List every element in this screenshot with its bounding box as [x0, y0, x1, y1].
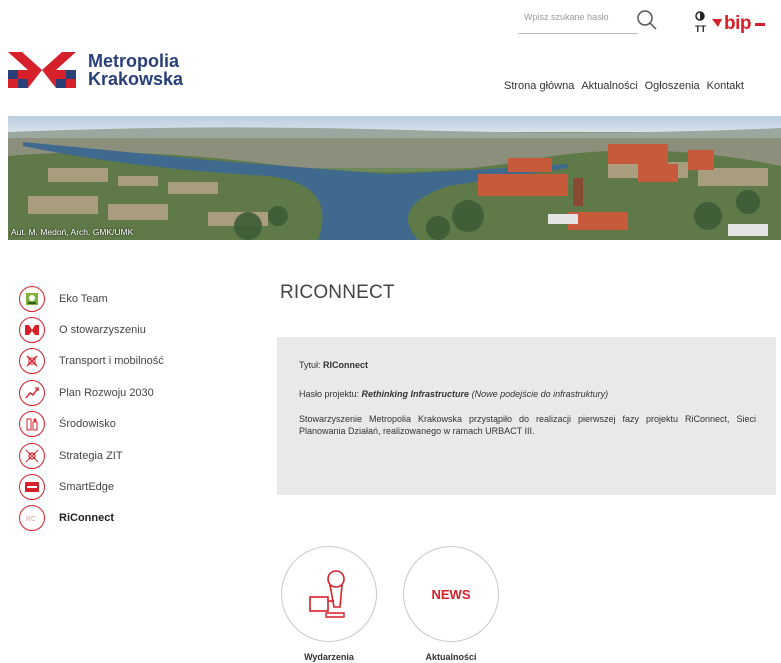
logo[interactable]: Metropolia Krakowska	[8, 46, 208, 94]
sidebar-item-srodowisko[interactable]: Środowisko	[19, 409, 249, 440]
motto-label: Hasło projektu:	[299, 389, 360, 399]
search-icon	[637, 10, 657, 30]
eko-team-icon	[19, 285, 45, 312]
sidebar-item-eko-team[interactable]: Eko Team	[19, 283, 249, 314]
sidebar-item-label: SmartEdge	[59, 481, 115, 494]
project-title-line: Tytuł: RIConnect	[299, 359, 756, 371]
sidebar: Eko Team O stowarzyszeniu Transport i mo…	[19, 283, 249, 534]
sidebar-item-riconnect[interactable]: RC RiConnect	[19, 503, 249, 534]
riconnect-icon: RC	[19, 505, 45, 532]
microphone-icon	[309, 570, 345, 618]
svg-text:RC: RC	[26, 516, 36, 523]
hero-banner: Aut. M. Medoń, Arch. GMK/UMK	[8, 116, 781, 240]
chart-icon	[19, 379, 45, 406]
search-input[interactable]	[524, 12, 624, 22]
sidebar-item-label: RiConnect	[59, 512, 114, 525]
bip-flag-icon	[712, 19, 722, 27]
search-box	[518, 8, 638, 34]
nav-news[interactable]: Aktualności	[581, 80, 637, 92]
title-label: Tytuł:	[299, 360, 321, 370]
nav-announcements[interactable]: Ogłoszenia	[645, 80, 700, 92]
bip-dash	[755, 23, 765, 26]
tile-label: Wydarzenia	[304, 652, 354, 662]
logo-line-2: Krakowska	[88, 69, 184, 89]
search-button[interactable]	[635, 8, 659, 32]
sidebar-item-transport[interactable]: Transport i mobilność	[19, 346, 249, 377]
nav-contact[interactable]: Kontakt	[707, 80, 744, 92]
sidebar-item-label: Transport i mobilność	[59, 355, 164, 368]
banner-caption: Aut. M. Medoń, Arch. GMK/UMK	[11, 227, 134, 237]
project-description: Stowarzyszenie Metropolia Krakowska przy…	[299, 414, 756, 436]
metropolia-logo-icon	[8, 52, 76, 88]
news-icon: NEWS	[431, 586, 471, 602]
tile-circle: NEWS	[403, 546, 499, 642]
gmk-logo-icon	[19, 317, 45, 344]
sidebar-item-label: Środowisko	[59, 418, 116, 431]
title-value: RIConnect	[323, 360, 369, 370]
contrast-toggle[interactable]: TT	[693, 10, 709, 36]
sidebar-item-label: O stowarzyszeniu	[59, 324, 146, 337]
sidebar-item-strategia-zit[interactable]: Strategia ZIT	[19, 440, 249, 471]
sidebar-item-smartedge[interactable]: SmartEdge	[19, 471, 249, 502]
sidebar-item-plan-rozwoju[interactable]: Plan Rozwoju 2030	[19, 377, 249, 408]
sidebar-item-label: Strategia ZIT	[59, 449, 123, 462]
main-nav: Strona główna Aktualności Ogłoszenia Kon…	[504, 80, 751, 92]
sidebar-item-label: Plan Rozwoju 2030	[59, 386, 154, 399]
sidebar-item-label: Eko Team	[59, 292, 108, 305]
page-title: RICONNECT	[280, 282, 395, 303]
strategy-icon	[19, 442, 45, 469]
smartedge-icon	[19, 474, 45, 501]
environment-icon	[19, 411, 45, 438]
tile-circle	[281, 546, 377, 642]
project-info-box: Tytuł: RIConnect Hasło projektu: Rethink…	[277, 337, 776, 495]
motto-translation: (Nowe podejście do infrastruktury)	[471, 389, 609, 399]
bip-label: bip	[724, 12, 752, 34]
tile-label: Aktualności	[425, 652, 477, 662]
svg-text:TT: TT	[695, 24, 706, 34]
tile-wydarzenia[interactable]: Wydarzenia	[281, 546, 377, 662]
transport-icon	[19, 348, 45, 375]
logo-text: Metropolia Krakowska	[88, 52, 183, 88]
sidebar-item-o-stowarzyszeniu[interactable]: O stowarzyszeniu	[19, 314, 249, 345]
tile-aktualnosci[interactable]: NEWS Aktualności	[403, 546, 499, 662]
contrast-icon: TT	[695, 11, 706, 34]
logo-line-1: Metropolia	[88, 51, 180, 71]
bip-link[interactable]: bip	[712, 12, 765, 34]
project-motto-line: Hasło projektu: Rethinking Infrastructur…	[299, 388, 756, 400]
krakow-panorama-image	[8, 116, 781, 240]
motto-value: Rethinking Infrastructure	[361, 389, 470, 399]
nav-home[interactable]: Strona główna	[504, 80, 574, 92]
